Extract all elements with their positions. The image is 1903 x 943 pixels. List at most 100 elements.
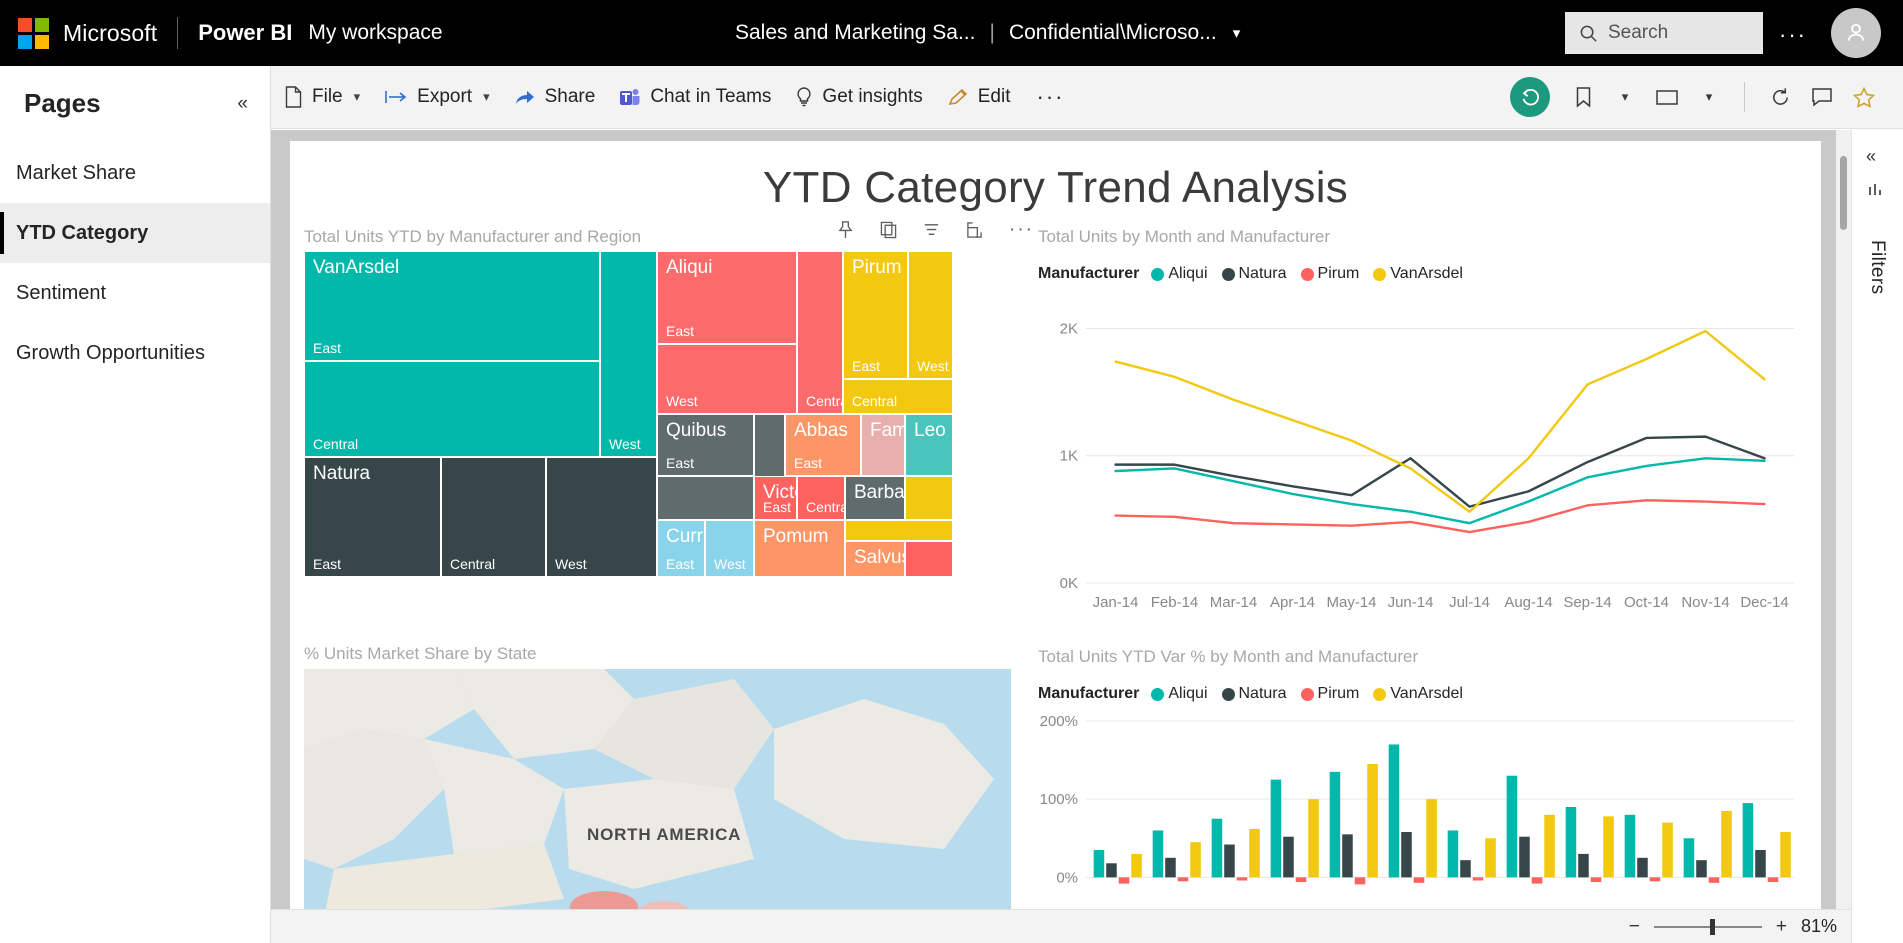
treemap-cell[interactable] (845, 520, 953, 541)
bar-segment[interactable] (1767, 877, 1779, 883)
pin-icon[interactable] (837, 221, 854, 239)
favorite-button[interactable] (1845, 78, 1883, 116)
bar-segment[interactable] (1236, 877, 1248, 881)
bar-segment[interactable] (1637, 857, 1648, 878)
collapse-pages-icon[interactable]: « (237, 93, 248, 115)
zoom-out-button[interactable]: − (1629, 916, 1640, 938)
bar-segment[interactable] (1224, 844, 1235, 878)
sidebar-item-market-share[interactable]: Market Share (0, 143, 270, 203)
treemap-cell[interactable]: Salvus (845, 541, 905, 577)
focus-mode-icon[interactable] (966, 221, 983, 239)
bar-segment[interactable] (1283, 836, 1294, 878)
sidebar-item-ytd-category[interactable]: YTD Category (0, 203, 270, 263)
zoom-slider[interactable] (1653, 918, 1762, 935)
treemap-visual[interactable]: VanArsdel East Central West Natura East Centra… (304, 251, 1011, 613)
bar-segment[interactable] (1388, 744, 1400, 878)
treemap-cell[interactable]: Central (843, 379, 953, 414)
bar-segment[interactable] (1295, 877, 1307, 883)
bar-segment[interactable] (1742, 803, 1754, 878)
chat-in-teams-button[interactable]: Chat in Teams (607, 66, 783, 128)
copy-icon[interactable] (880, 221, 897, 239)
bar-segment[interactable] (1131, 853, 1142, 878)
legend-item-vanarsdel[interactable]: VanArsdel (1373, 685, 1463, 703)
treemap-cell[interactable]: West (657, 344, 797, 414)
treemap-cell[interactable]: West (705, 520, 754, 577)
bar-segment[interactable] (1329, 771, 1341, 878)
bar-segment[interactable] (1780, 832, 1791, 878)
avatar[interactable] (1831, 8, 1881, 58)
bookmark-button[interactable] (1564, 78, 1602, 116)
legend-item-pirum[interactable]: Pirum (1300, 685, 1359, 703)
workspace-name[interactable]: My workspace (308, 21, 442, 45)
treemap-cell[interactable]: West (908, 251, 953, 379)
line-chart-visual[interactable]: Manufacturer Aliqui Natura Pirum VanArsd… (1038, 241, 1808, 621)
bar-segment[interactable] (1447, 830, 1459, 878)
bar-segment[interactable] (1106, 863, 1117, 878)
legend-item-aliqui[interactable]: Aliqui (1151, 685, 1208, 703)
bar-segment[interactable] (1683, 838, 1695, 878)
topbar-more-button[interactable]: ··· (1779, 22, 1807, 48)
bar-segment[interactable] (1603, 816, 1614, 878)
treemap-cell[interactable]: Central (441, 457, 546, 577)
bar-segment[interactable] (1413, 877, 1425, 883)
treemap-cell[interactable]: Barba (845, 476, 905, 520)
treemap-cell[interactable]: Central (797, 476, 845, 520)
line-series[interactable] (1114, 499, 1766, 534)
bar-chart-visual[interactable]: Manufacturer Aliqui Natura Pirum VanArsd… (1038, 661, 1808, 921)
treemap-cell[interactable]: West (600, 251, 657, 457)
bar-segment[interactable] (1506, 775, 1518, 878)
refresh-button[interactable] (1761, 78, 1799, 116)
treemap-cell[interactable]: Fama (861, 414, 905, 476)
treemap-cell[interactable] (905, 541, 953, 577)
bar-segment[interactable] (1152, 830, 1164, 878)
bar-segment[interactable] (1460, 860, 1471, 878)
treemap-cell[interactable]: VictoriaEast (754, 476, 797, 520)
bar-segment[interactable] (1721, 810, 1732, 878)
bar-segment[interactable] (1426, 799, 1437, 878)
bar-segment[interactable] (1093, 850, 1105, 878)
treemap-cell[interactable]: Abbas East (785, 414, 861, 476)
treemap-cell[interactable]: Pirum East (843, 251, 908, 379)
zoom-slider-thumb[interactable] (1709, 918, 1715, 935)
legend-item-vanarsdel[interactable]: VanArsdel (1373, 265, 1463, 283)
expand-filters-icon[interactable]: « (1866, 146, 1876, 167)
bar-segment[interactable] (1249, 828, 1260, 878)
treemap-cell[interactable]: Currus East (657, 520, 705, 577)
canvas-scrollbar-thumb[interactable] (1840, 156, 1847, 230)
legend-item-pirum[interactable]: Pirum (1300, 265, 1359, 283)
export-menu-button[interactable]: Export ▾ (372, 66, 501, 128)
treemap-cell[interactable]: Leo (905, 414, 953, 476)
chevron-down-icon[interactable]: ▾ (1233, 24, 1241, 42)
legend-item-aliqui[interactable]: Aliqui (1151, 265, 1208, 283)
bar-segment[interactable] (1118, 877, 1130, 884)
get-insights-button[interactable]: Get insights (783, 66, 934, 128)
bar-segment[interactable] (1662, 822, 1673, 878)
reset-to-default-button[interactable] (1510, 77, 1550, 117)
treemap-cell[interactable]: VanArsdel East (304, 251, 600, 361)
sidebar-item-sentiment[interactable]: Sentiment (0, 263, 270, 323)
treemap-cell[interactable]: Natura East (304, 457, 441, 577)
view-chevron[interactable]: ▾ (1690, 78, 1728, 116)
bar-segment[interactable] (1354, 877, 1366, 885)
comment-button[interactable] (1803, 78, 1841, 116)
bar-segment[interactable] (1177, 877, 1189, 882)
treemap-cell[interactable]: West (546, 457, 657, 577)
bar-segment[interactable] (1755, 850, 1766, 878)
legend-item-natura[interactable]: Natura (1221, 685, 1287, 703)
bar-segment[interactable] (1696, 860, 1707, 878)
treemap-cell[interactable]: Central (797, 251, 843, 414)
bar-segment[interactable] (1708, 877, 1720, 883)
edit-button[interactable]: Edit (935, 66, 1023, 128)
visual-more-icon[interactable]: ··· (1009, 219, 1034, 241)
bar-segment[interactable] (1270, 779, 1282, 878)
line-series[interactable] (1114, 435, 1766, 508)
filter-icon[interactable] (923, 221, 940, 239)
bar-segment[interactable] (1649, 877, 1661, 882)
bar-segment[interactable] (1531, 877, 1543, 884)
bar-segment[interactable] (1519, 836, 1530, 878)
bar-segment[interactable] (1367, 764, 1378, 878)
bar-segment[interactable] (1590, 877, 1602, 883)
bar-segment[interactable] (1165, 857, 1176, 878)
bar-segment[interactable] (1624, 814, 1636, 878)
treemap-cell[interactable] (657, 476, 754, 520)
